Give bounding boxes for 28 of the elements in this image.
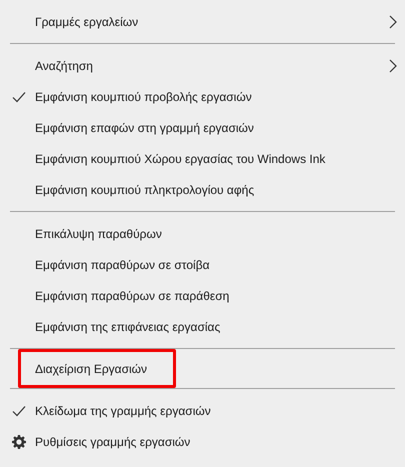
menu-item-label: Γραμμές εργαλείων	[35, 14, 138, 28]
menu-item-label: Αναζήτηση	[35, 58, 93, 72]
menu-item[interactable]: Αναζήτηση	[0, 50, 405, 81]
menu-item[interactable]: Εμφάνιση κουμπιού Χώρου εργασίας του Windows Ink	[0, 143, 405, 174]
menu-item-label: Κλείδωμα της γραμμής εργασιών	[35, 404, 211, 418]
menu-item[interactable]: Γραμμές εργαλείων	[0, 6, 405, 37]
menu-item-label: Εμφάνιση κουμπιού πληκτρολογίου αφής	[35, 182, 254, 196]
menu-item[interactable]: Επικάλυψη παραθύρων	[0, 218, 405, 249]
menu-item-label: Εμφάνιση παραθύρων σε στοίβα	[35, 258, 210, 272]
menu-item[interactable]: Κλείδωμα της γραμμής εργασιών	[0, 395, 405, 426]
menu-item-label: Ρυθμίσεις γραμμής εργασιών	[35, 434, 190, 448]
chevron-right-icon	[389, 14, 397, 28]
menu-item-label: Εμφάνιση παραθύρων σε παράθεση	[35, 288, 230, 302]
menu-item[interactable]: Ρυθμίσεις γραμμής εργασιών	[0, 426, 405, 457]
menu-item[interactable]: Εμφάνιση κουμπιού πληκτρολογίου αφής	[0, 174, 405, 205]
menu-item-label: Εμφάνιση κουμπιού Χώρου εργασίας του Windows Ink	[35, 152, 326, 166]
menu-item[interactable]: Διαχείριση Εργασιών	[18, 349, 176, 388]
settings-icon	[12, 434, 26, 448]
menu-item[interactable]: Εμφάνιση παραθύρων σε στοίβα	[0, 249, 405, 280]
menu-item[interactable]: Εμφάνιση παραθύρων σε παράθεση	[0, 280, 405, 311]
menu-item[interactable]: Εμφάνιση επαφών στη γραμμή εργασιών	[0, 112, 405, 143]
menu-item[interactable]: Εμφάνιση κουμπιού προβολής εργασιών	[0, 81, 405, 112]
menu-item-label: Επικάλυψη παραθύρων	[35, 226, 162, 240]
menu-item-label: Εμφάνιση επαφών στη γραμμή εργασιών	[35, 120, 254, 134]
menu-item-label: Εμφάνιση κουμπιού προβολής εργασιών	[35, 90, 252, 104]
menu-item-label: Εμφάνιση της επιφάνειας εργασίας	[35, 320, 220, 334]
chevron-right-icon	[389, 58, 397, 72]
menu-item[interactable]: Εμφάνιση της επιφάνειας εργασίας	[0, 311, 405, 342]
